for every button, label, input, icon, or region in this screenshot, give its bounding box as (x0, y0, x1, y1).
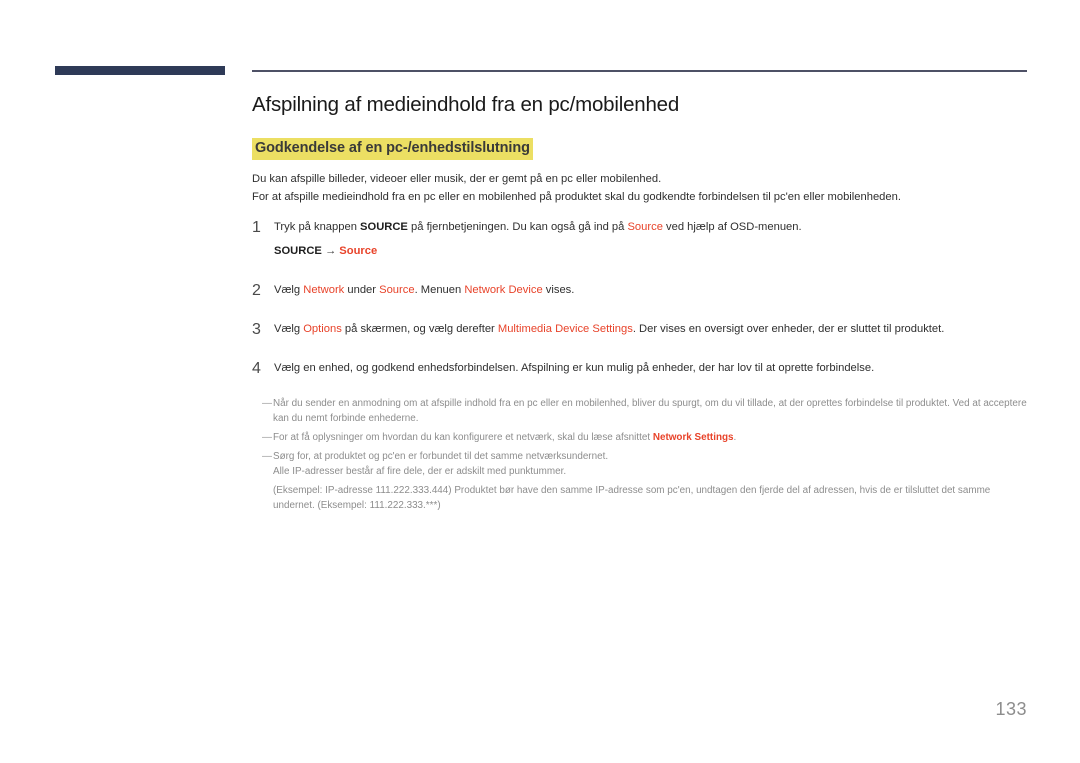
step-item-3: 3 Vælg Options på skærmen, og vælg deref… (252, 321, 1030, 338)
note-dash-icon-2: ― (262, 431, 272, 443)
note-dash-icon-3: ― (262, 450, 272, 462)
note-dash-icon-1: ― (262, 397, 272, 409)
step-1-accent-source: Source (627, 220, 663, 233)
note-3-line-1: Sørg for, at produktet og pc'en er forbu… (273, 450, 609, 462)
step-item-1: 1 Tryk på knappen SOURCE på fjernbetjeni… (252, 219, 1030, 260)
step-2-accent-network-device: Network Device (464, 283, 543, 296)
step-text-1: Tryk på knappen SOURCE på fjernbetjening… (274, 219, 1030, 260)
header-divider-rule (252, 70, 1027, 72)
menu-path-target: Source (339, 244, 378, 257)
step-text-4: Vælg en enhed, og godkend enhedsforbinde… (274, 362, 875, 375)
notes-list: ― Når du sender en anmodning om at afspi… (262, 396, 1030, 513)
step-list: 1 Tryk på knappen SOURCE på fjernbetjeni… (252, 219, 1030, 378)
note-text-3: Sørg for, at produktet og pc'en er forbu… (273, 449, 1030, 513)
page-content: Afspilning af medieindhold fra en pc/mob… (252, 92, 1030, 517)
note-text-1: Når du sender en anmodning om at afspill… (273, 397, 1027, 424)
page-number: 133 (995, 699, 1027, 719)
section-subtitle-wrapper: Godkendelse af en pc-/enhedstilslutning (252, 137, 1030, 161)
step-1-text-c: ved hjælp af OSD-menuen. (662, 220, 802, 233)
step-1-menu-path: SOURCE → Source (274, 243, 1030, 260)
header-accent-bar (55, 66, 225, 75)
note-item-3: ― Sørg for, at produktet og pc'en er for… (262, 449, 1030, 513)
intro-line-2: For at afspille medieindhold fra en pc e… (252, 190, 901, 203)
note-2-text-a: For at få oplysninger om hvordan du kan … (273, 431, 653, 443)
note-item-1: ― Når du sender en anmodning om at afspi… (262, 396, 1030, 426)
step-item-2: 2 Vælg Network under Source. Menuen Netw… (252, 282, 1030, 299)
step-number-4: 4 (252, 360, 261, 378)
note-3-line-3: (Eksempel: IP-adresse 111.222.333.444) P… (273, 485, 991, 512)
note-2-accent-network-settings: Network Settings (652, 431, 734, 443)
step-number-3: 3 (252, 321, 261, 339)
step-spacer-2 (252, 308, 1030, 321)
step-3-text-c: . Der vises en oversigt over enheder, de… (632, 323, 945, 336)
step-number-1: 1 (252, 218, 261, 236)
step-2-text-d: vises. (542, 283, 575, 296)
intro-paragraphs: Du kan afspille billeder, videoer eller … (252, 171, 1030, 206)
step-2-text-b: under (344, 283, 380, 296)
step-spacer-1 (252, 269, 1030, 282)
step-3-accent-multimedia-device-settings: Multimedia Device Settings (497, 323, 633, 336)
intro-line-1: Du kan afspille billeder, videoer eller … (252, 173, 662, 186)
step-spacer-3 (252, 347, 1030, 360)
step-3-accent-options: Options (303, 323, 342, 336)
note-2-text-b: . (733, 431, 737, 443)
step-3-text-a: Vælg (274, 323, 304, 336)
menu-path-root: SOURCE (274, 244, 322, 257)
step-1-text-a: Tryk på knappen (274, 220, 361, 233)
step-1-text-b: på fjernbetjeningen. Du kan også gå ind … (407, 220, 628, 233)
menu-path-arrow-icon: → (324, 244, 337, 257)
step-2-accent-network: Network (303, 283, 345, 296)
step-text-3: Vælg Options på skærmen, og vælg derefte… (274, 321, 1030, 338)
step-2-accent-source: Source (379, 283, 415, 296)
note-3-line-2: Alle IP-adresser består af fire dele, de… (273, 465, 567, 477)
step-number-2: 2 (252, 281, 261, 299)
step-2-text-a: Vælg (274, 283, 304, 296)
step-text-2: Vælg Network under Source. Menuen Networ… (274, 282, 1030, 299)
step-1-keyword-source-button: SOURCE (360, 220, 408, 233)
step-item-4: 4 Vælg en enhed, og godkend enhedsforbin… (252, 360, 1030, 377)
step-3-text-b: på skærmen, og vælg derefter (341, 323, 498, 336)
note-text-2: For at få oplysninger om hvordan du kan … (273, 430, 1030, 445)
page-title: Afspilning af medieindhold fra en pc/mob… (252, 93, 680, 116)
step-2-text-c: . Menuen (414, 283, 465, 296)
note-item-2: ― For at få oplysninger om hvordan du ka… (262, 430, 1030, 445)
section-subtitle: Godkendelse af en pc-/enhedstilslutning (252, 137, 533, 161)
